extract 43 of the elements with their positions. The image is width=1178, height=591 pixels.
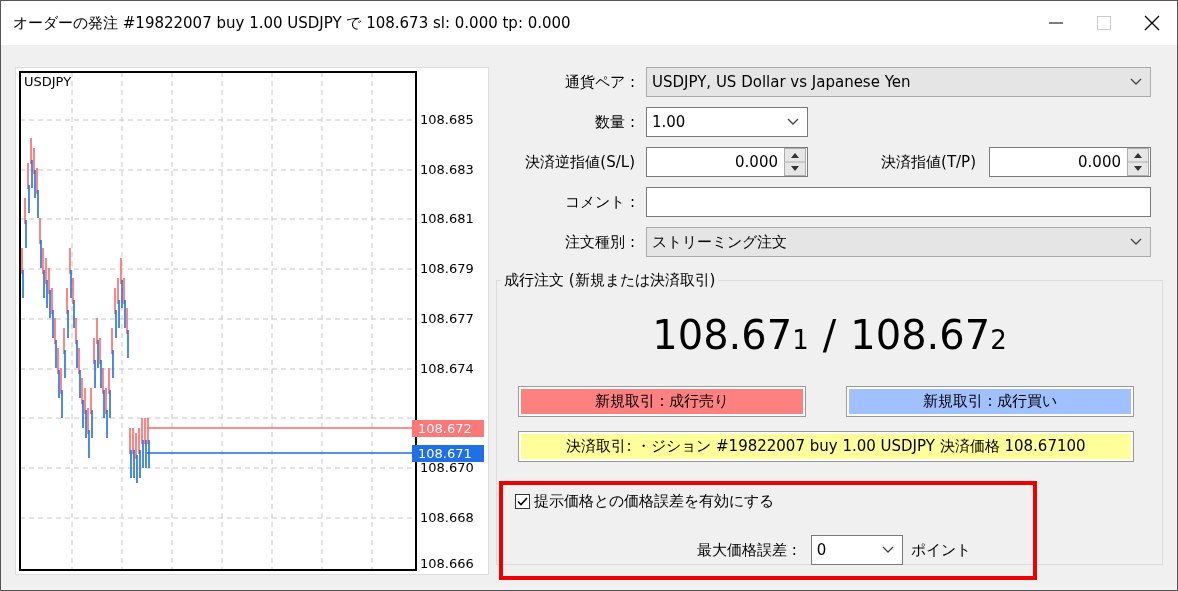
axis-label: 108.685	[420, 112, 474, 128]
axis-label: 108.677	[420, 311, 474, 327]
chevron-down-icon	[1130, 238, 1142, 246]
chevron-down-icon	[1130, 78, 1142, 86]
volume-dropdown[interactable]: 1.00	[646, 107, 808, 137]
checkbox-label: 提示価格との価格誤差を有効にする	[534, 491, 774, 511]
chevron-down-icon	[881, 546, 894, 554]
comment-field[interactable]	[646, 187, 1151, 217]
spinner-arrows-icon[interactable]	[1127, 148, 1149, 176]
axis-label: 108.670	[420, 460, 474, 476]
bid-price-tag: 108.671	[412, 445, 484, 462]
group-title: 成行注文 (新規または決済取引)	[503, 271, 717, 290]
axis-label: 108.668	[420, 510, 474, 526]
checkbox[interactable]	[515, 493, 530, 509]
axis-label: 108.679	[420, 261, 474, 277]
field-label: 注文種別 :	[564, 232, 635, 252]
price-separator: /	[822, 312, 837, 358]
order-type-dropdown[interactable]: ストリーミング注文	[646, 227, 1151, 257]
field-label: 数量 :	[594, 112, 635, 132]
buy-button[interactable]: 新規取引 : 成行買い	[846, 386, 1134, 417]
chevron-down-icon	[787, 118, 799, 126]
close-position-button[interactable]: 決済取引: ・ジション #19822007 buy 1.00 USDJPY 決済価格 108.67100	[518, 431, 1134, 462]
symbol-dropdown[interactable]: USDJPY, US Dollar vs Japanese Yen	[646, 67, 1151, 97]
window-title: オーダーの発注 #19822007 buy 1.00 USDJPY で 108.673 sl: 0.000 tp: 0.000	[13, 13, 572, 33]
take-profit-field[interactable]: 0.000	[989, 147, 1151, 177]
stop-loss-field[interactable]: 0.000	[646, 147, 808, 177]
bid-price: 108.67 1	[652, 312, 809, 358]
spinner-arrows-icon[interactable]	[784, 148, 806, 176]
axis-label: 108.674	[420, 361, 474, 377]
ask-price-tag: 108.672	[412, 420, 484, 437]
field-label: 決済指値(T/P)	[880, 152, 976, 172]
axis-label: 108.681	[420, 211, 474, 227]
deviation-dropdown[interactable]: 0	[810, 535, 903, 565]
field-label: 決済逆指値(S/L)	[524, 152, 635, 172]
axis-label: 108.666	[420, 556, 474, 572]
ask-price: 108.672	[850, 312, 1007, 358]
axis-label: 108.683	[420, 162, 474, 178]
sell-button[interactable]: 新規取引 : 成行売り	[518, 386, 806, 417]
field-label: コメント :	[564, 192, 635, 212]
field-label: 最大価格誤差 :	[697, 540, 797, 560]
field-label: 通貨ペア :	[564, 72, 635, 92]
unit-label: ポイント	[910, 540, 971, 560]
symbol-label: USDJPY	[24, 74, 72, 89]
